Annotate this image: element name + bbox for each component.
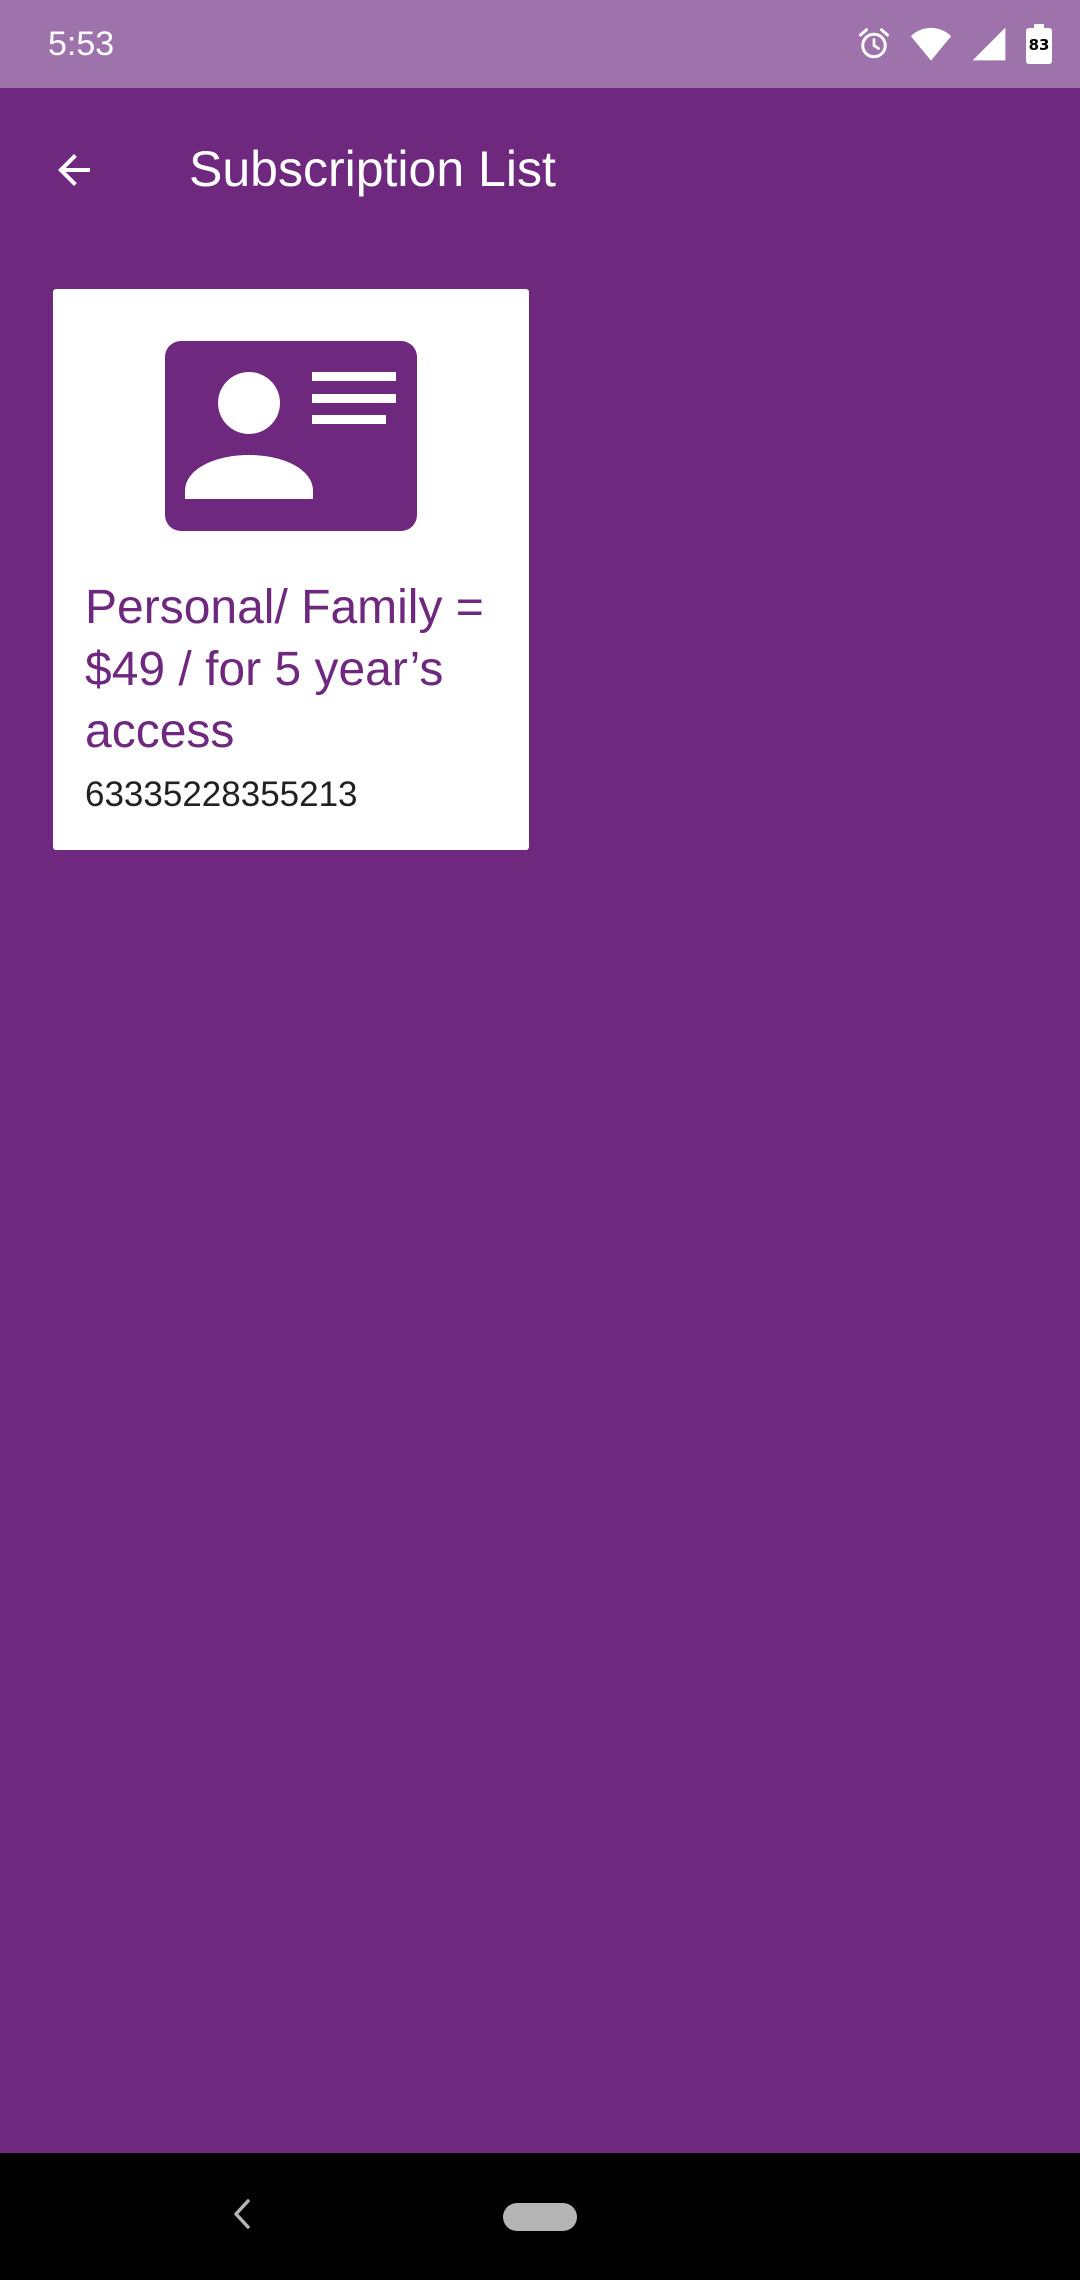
- navigation-bar: [0, 2153, 1080, 2280]
- battery-level: 83: [1028, 36, 1050, 54]
- nav-back-button[interactable]: [222, 2191, 262, 2241]
- nav-home-pill[interactable]: [503, 2203, 577, 2231]
- status-icons: 83: [856, 20, 1052, 68]
- status-bar: 5:53 83: [0, 0, 1080, 88]
- back-button[interactable]: [30, 128, 118, 216]
- status-time: 5:53: [48, 25, 115, 63]
- subscription-title: Personal/ Family = $49 / for 5 year’s ac…: [85, 581, 484, 758]
- wifi-icon: [910, 26, 952, 62]
- signal-icon: [970, 26, 1008, 62]
- alarm-icon: [856, 26, 892, 62]
- arrow-back-icon: [50, 146, 98, 199]
- battery-icon: 83: [1026, 24, 1052, 64]
- subscription-card[interactable]: Personal/ Family = $49 / for 5 year’s ac…: [53, 289, 529, 850]
- subscription-number: 63335228355213: [85, 775, 358, 814]
- id-card-icon: [165, 341, 417, 531]
- app-bar: Subscription List: [0, 88, 1080, 240]
- screen: 5:53 83 Subscription List Personal/ Fami…: [0, 0, 1080, 2280]
- page-title: Subscription List: [189, 141, 556, 197]
- nav-back-icon: [231, 2197, 253, 2236]
